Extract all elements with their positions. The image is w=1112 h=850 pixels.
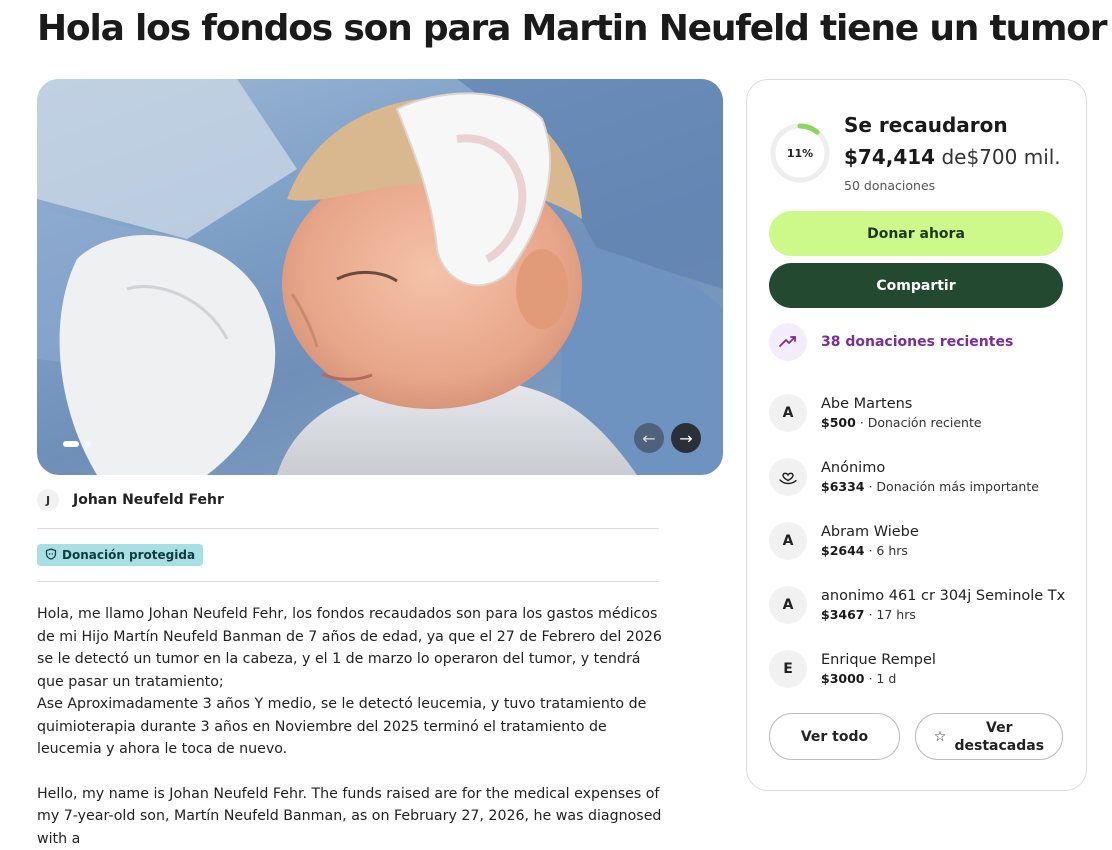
donor-amount: $500: [821, 415, 856, 430]
donor-avatar: A: [769, 522, 807, 560]
goal-amount: $700 mil.: [966, 145, 1060, 169]
divider: [37, 528, 659, 529]
carousel-next-button[interactable]: →: [671, 423, 701, 453]
donor-note: · Donación reciente: [856, 415, 982, 430]
donate-now-button[interactable]: Donar ahora: [769, 211, 1063, 256]
photo-illustration: [37, 79, 723, 475]
carousel-dots: [63, 441, 91, 447]
carousel-prev-button[interactable]: ←: [634, 423, 664, 453]
carousel-dot-active[interactable]: [63, 441, 79, 447]
raised-amount: $74,414 de$700 mil.: [844, 145, 1061, 169]
donor-note: · 1 d: [865, 671, 897, 686]
donor-avatar: E: [769, 650, 807, 688]
donor-name: Enrique Rempel: [821, 650, 936, 670]
donor-avatar: A: [769, 586, 807, 624]
carousel-dot[interactable]: [85, 441, 91, 447]
story-paragraph: Ase Aproximadamente 3 años Y medio, se l…: [37, 693, 667, 761]
donor-name: anonimo 461 cr 304j Seminole Tx: [821, 586, 1065, 606]
view-featured-button[interactable]: ☆ Ver destacadas: [915, 713, 1063, 760]
page-title: Hola los fondos son para Martin Neufeld …: [37, 8, 1106, 49]
shield-icon: [45, 548, 57, 563]
donor-item: A anonimo 461 cr 304j Seminole Tx $3467 …: [769, 586, 1065, 624]
heart-hand-icon: [769, 458, 807, 496]
goal-prefix: de: [941, 145, 966, 169]
donor-item: E Enrique Rempel $3000 · 1 d: [769, 650, 936, 688]
donor-item: A Abe Martens $500 · Donación reciente: [769, 394, 982, 432]
donor-amount: $6334: [821, 479, 865, 494]
arrow-left-icon: ←: [642, 429, 655, 448]
organizer-avatar: J: [37, 489, 59, 511]
organizer-name[interactable]: Johan Neufeld Fehr: [73, 492, 224, 508]
recent-donations-link[interactable]: 38 donaciones recientes: [769, 323, 1013, 361]
donor-name: Abe Martens: [821, 394, 982, 414]
donor-note: · 17 hrs: [865, 607, 916, 622]
donor-avatar: A: [769, 394, 807, 432]
trending-up-icon: [769, 323, 807, 361]
story-paragraph: Hola, me llamo Johan Neufeld Fehr, los f…: [37, 603, 667, 693]
donor-amount: $3000: [821, 671, 865, 686]
progress-percent: 11%: [769, 122, 831, 184]
share-button[interactable]: Compartir: [769, 263, 1063, 308]
campaign-photo[interactable]: ← →: [37, 79, 723, 475]
star-icon: ☆: [934, 728, 947, 746]
story-paragraph: Hello, my name is Johan Neufeld Fehr. Th…: [37, 783, 667, 850]
organizer[interactable]: J Johan Neufeld Fehr: [37, 489, 224, 511]
donor-note: · Donación más importante: [865, 479, 1039, 494]
donor-note: · 6 hrs: [865, 543, 908, 558]
donor-item: Anónimo $6334 · Donación más importante: [769, 458, 1039, 496]
donation-card: 11% Se recaudaron $74,414 de$700 mil. 50…: [746, 79, 1087, 791]
donor-name: Abram Wiebe: [821, 522, 919, 542]
arrow-right-icon: →: [679, 429, 692, 448]
amount-raised: $74,414: [844, 145, 935, 169]
divider: [37, 581, 659, 582]
protected-donation-badge[interactable]: Donación protegida: [37, 544, 203, 566]
donor-amount: $3467: [821, 607, 865, 622]
donor-amount: $2644: [821, 543, 865, 558]
raised-label: Se recaudaron: [844, 113, 1008, 137]
donation-count: 50 donaciones: [844, 178, 935, 193]
badge-label: Donación protegida: [62, 548, 195, 562]
story-text: Hola, me llamo Johan Neufeld Fehr, los f…: [37, 603, 667, 850]
donor-item: A Abram Wiebe $2644 · 6 hrs: [769, 522, 919, 560]
view-all-button[interactable]: Ver todo: [769, 713, 900, 760]
donor-name: Anónimo: [821, 458, 1039, 478]
view-featured-label: Ver destacadas: [954, 719, 1044, 755]
recent-donations-label: 38 donaciones recientes: [821, 334, 1013, 350]
